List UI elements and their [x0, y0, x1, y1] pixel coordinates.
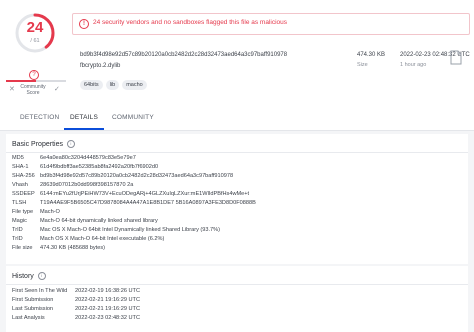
property-value[interactable]: 28639d07012b0dd998f398157870 2a: [40, 182, 133, 188]
alert-icon: !: [79, 19, 89, 29]
history-value: 2022-02-19 16:38:26 UTC: [75, 288, 140, 294]
property-key: TrID: [12, 227, 23, 233]
info-icon[interactable]: i: [66, 140, 75, 148]
property-key: File type: [12, 209, 34, 215]
property-key: TLSH: [12, 200, 27, 206]
history-key: First Seen In The Wild: [12, 288, 68, 294]
file-size-label: Size: [357, 62, 368, 68]
file-name: fbcrypto.2.dylib: [80, 63, 121, 69]
detection-gauge: 24 / 61: [14, 12, 56, 54]
history-row: Last Submission 2022-02-21 19:16:29 UTC: [12, 306, 140, 312]
analysis-age: 1 hour ago: [400, 62, 427, 68]
tab-community[interactable]: COMMUNITY: [112, 114, 154, 121]
property-row: MD5 6e4a0ea80c3204d448579c83e5e79e7: [12, 155, 136, 161]
property-value[interactable]: 6144:mEYu2fUrjPEiHW73V+EcuODegARj+4GLZXu…: [40, 191, 249, 197]
property-row: Vhash 28639d07012b0dd998f398157870 2a: [12, 182, 133, 188]
section-title: Basic Properties: [12, 140, 63, 148]
file-tags: 64bits lib macho: [80, 73, 150, 91]
property-value[interactable]: 6e4a0ea80c3204d448579c83e5e79e7: [40, 155, 136, 161]
active-tab-indicator: [64, 128, 104, 130]
basic-properties-card: Basic Properties i MD5 6e4a0ea80c3204d448…: [6, 134, 468, 264]
divider: [6, 284, 468, 285]
property-row: SSDEEP 6144:mEYu2fUrjPEiHW73V+EcuODegARj+…: [12, 191, 249, 197]
property-value[interactable]: T19A4AE9F5B6505C47D9878084A4A47A1E8B1DE7…: [40, 200, 256, 206]
community-score-fill: [6, 80, 36, 82]
property-row: SHA-1 61d4f9bdbff3ae52385ab8fa2492a20fb7f…: [12, 164, 158, 170]
property-key: Magic: [12, 218, 27, 224]
history-key: First Submission: [12, 297, 54, 303]
malicious-alert: ! 24 security vendors and no sandboxes f…: [72, 13, 470, 35]
community-score-label: Community Score: [20, 84, 46, 96]
detection-total: / 61: [30, 38, 40, 44]
basic-properties-title: Basic Properties i: [12, 140, 75, 148]
property-key: SHA-256: [12, 173, 35, 179]
history-card: History i First Seen In The Wild 2022-02-…: [6, 266, 468, 332]
history-key: Last Analysis: [12, 315, 45, 321]
history-key: Last Submission: [12, 306, 54, 312]
tab-details[interactable]: DETAILS: [70, 114, 98, 121]
divider: [6, 152, 468, 153]
tag[interactable]: 64bits: [80, 80, 103, 90]
info-icon[interactable]: i: [37, 272, 46, 280]
property-row: TrID Mach OS X Mach-O 64-bit Intel execut…: [12, 236, 164, 242]
property-value[interactable]: 474.30 KB (485688 bytes): [40, 245, 105, 251]
property-row: File type Mach-O: [12, 209, 60, 215]
property-key: MD5: [12, 155, 24, 161]
detection-count: 24: [26, 19, 44, 36]
alert-text: 24 security vendors and no sandboxes fla…: [93, 19, 288, 26]
community-score-bar: [6, 80, 66, 82]
history-value: 2022-02-23 02:48:32 UTC: [75, 315, 140, 321]
property-row: TLSH T19A4AE9F5B6505C47D9878084A4A47A1E8B…: [12, 200, 256, 206]
tab-bar: DETECTION DETAILS COMMUNITY: [0, 104, 474, 131]
question-icon[interactable]: ?: [29, 70, 39, 80]
property-value[interactable]: bd9b3f4d98e92d57c89b20120a0cb2482d2c28d3…: [40, 173, 233, 179]
summary-header: 24 / 61 ? ✕ Community Score ✓ ! 24 secur…: [0, 0, 474, 104]
section-title: History: [12, 272, 34, 280]
property-value[interactable]: 61d4f9bdbff3ae52385ab8fa2492a20fb7f6902d…: [40, 164, 158, 170]
property-key: Vhash: [12, 182, 28, 188]
file-icon: [450, 50, 462, 65]
history-title: History i: [12, 272, 46, 280]
history-value: 2022-02-21 19:16:29 UTC: [75, 306, 140, 312]
tab-detection[interactable]: DETECTION: [20, 114, 59, 121]
tag[interactable]: macho: [122, 80, 147, 90]
property-value[interactable]: Mac OS X Mach-O 64bit Intel Dynamically …: [40, 227, 220, 233]
file-size: 474.30 KB: [357, 52, 386, 58]
x-icon[interactable]: ✕: [9, 85, 15, 93]
property-key: TrID: [12, 236, 23, 242]
property-key: SSDEEP: [12, 191, 35, 197]
file-hash[interactable]: bd9b3f4d98e92d57c89b20120a0cb2482d2c28d3…: [80, 52, 287, 58]
property-value[interactable]: Mach-O: [40, 209, 60, 215]
property-row: File size 474.30 KB (485688 bytes): [12, 245, 105, 251]
check-icon[interactable]: ✓: [54, 85, 60, 93]
property-key: File size: [12, 245, 33, 251]
history-row: First Seen In The Wild 2022-02-19 16:38:2…: [12, 288, 140, 294]
history-row: Last Analysis 2022-02-23 02:48:32 UTC: [12, 315, 140, 321]
property-value[interactable]: Mach-O 64-bit dynamically linked shared …: [40, 218, 158, 224]
history-row: First Submission 2022-02-21 19:16:29 UTC: [12, 297, 140, 303]
property-row: SHA-256 bd9b3f4d98e92d57c89b20120a0cb2482…: [12, 173, 233, 179]
tag[interactable]: lib: [105, 80, 120, 90]
history-value: 2022-02-21 19:16:29 UTC: [75, 297, 140, 303]
property-value[interactable]: Mach OS X Mach-O 64-bit Intel executable…: [40, 236, 164, 242]
property-row: TrID Mac OS X Mach-O 64bit Intel Dynamica…: [12, 227, 220, 233]
property-key: SHA-1: [12, 164, 29, 170]
property-row: Magic Mach-O 64-bit dynamically linked sh…: [12, 218, 158, 224]
